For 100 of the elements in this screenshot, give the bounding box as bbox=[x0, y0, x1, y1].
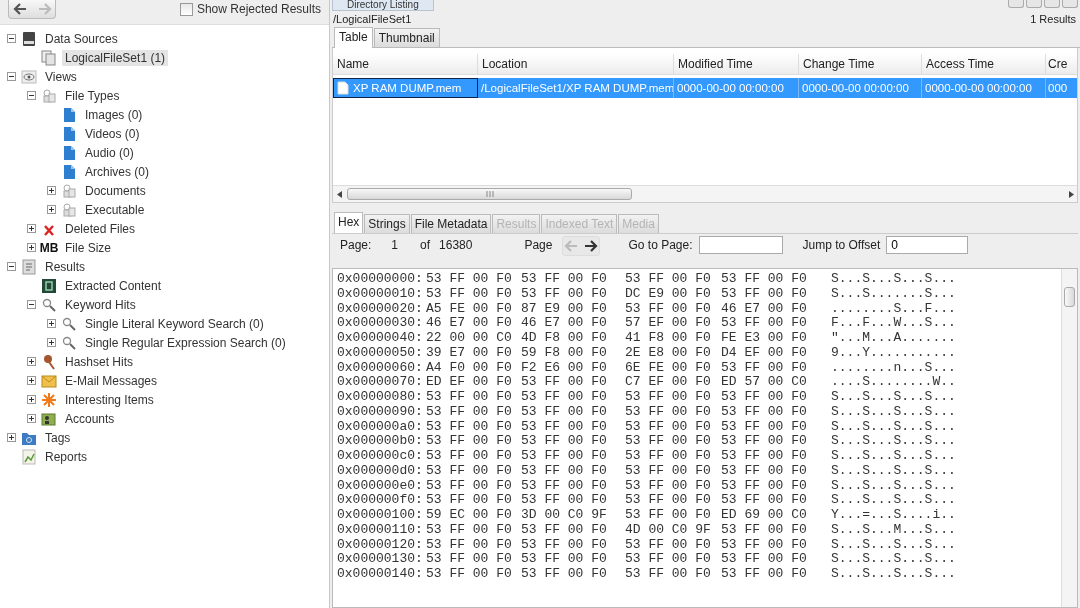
hex-bytes: 53 FF 00 F0 bbox=[521, 434, 608, 449]
tree-item[interactable]: E-Mail Messages bbox=[62, 372, 161, 389]
collapse-icon[interactable] bbox=[26, 91, 36, 100]
offset: 0x00000090: bbox=[337, 404, 424, 420]
collapse-icon[interactable] bbox=[6, 262, 16, 271]
expand-icon[interactable] bbox=[46, 205, 56, 214]
expand-icon[interactable] bbox=[26, 224, 36, 233]
hex-bytes: 53 FF 00 F0 bbox=[721, 478, 808, 494]
tree-item[interactable]: Interesting Items bbox=[62, 391, 157, 408]
tree-item[interactable]: Data Sources bbox=[42, 30, 121, 47]
expand-icon[interactable] bbox=[26, 414, 36, 423]
column-header[interactable]: Cre bbox=[1046, 54, 1077, 74]
hex-bytes: DC E9 00 F0 bbox=[625, 286, 712, 302]
collapse-icon[interactable] bbox=[6, 72, 16, 81]
column-header[interactable]: Change Time bbox=[799, 54, 922, 74]
tree-item[interactable]: LogicalFileSet1 (1) bbox=[62, 49, 169, 66]
hex-bytes: FE E3 00 F0 bbox=[721, 331, 808, 346]
expand-icon[interactable] bbox=[26, 395, 36, 404]
tree-item[interactable]: Documents bbox=[82, 182, 149, 199]
tab[interactable]: Strings bbox=[364, 214, 410, 233]
hex-bytes: 46 E7 00 F0 bbox=[521, 316, 608, 331]
scroll-right-icon[interactable] bbox=[1068, 190, 1074, 198]
hex-bytes: 59 F8 00 F0 bbox=[521, 345, 608, 361]
tree-item[interactable]: Archives (0) bbox=[82, 163, 152, 180]
hex-bytes: 53 FF 00 F0 bbox=[721, 434, 808, 449]
offset: 0x00000130: bbox=[337, 552, 424, 567]
collapse-icon[interactable] bbox=[6, 34, 16, 43]
expand-icon[interactable] bbox=[26, 357, 36, 366]
tab[interactable]: Directory Listing bbox=[332, 0, 434, 11]
offset: 0x000000a0: bbox=[337, 419, 424, 435]
column-header[interactable]: Location bbox=[478, 54, 674, 74]
hex-bytes: 39 E7 00 F0 bbox=[426, 345, 513, 361]
path-label: /LogicalFileSet1 bbox=[333, 12, 412, 25]
tree-item[interactable]: Images (0) bbox=[82, 106, 146, 123]
expand-icon[interactable] bbox=[46, 338, 56, 347]
tree-item[interactable]: Accounts bbox=[62, 410, 118, 427]
expand-icon[interactable] bbox=[6, 433, 16, 442]
tree-item[interactable]: Reports bbox=[42, 448, 91, 465]
chart-icon bbox=[21, 448, 37, 465]
tree-item[interactable]: Keyword Hits bbox=[62, 296, 139, 313]
offset-field[interactable]: 0 bbox=[886, 236, 969, 254]
document-icon bbox=[61, 106, 77, 123]
hex-bytes: 53 FF 00 F0 bbox=[426, 463, 513, 479]
page-total: 16380 bbox=[439, 238, 473, 252]
hex-bytes: 53 FF 00 F0 bbox=[521, 286, 608, 302]
file-stack-icon bbox=[41, 49, 57, 66]
tree-item[interactable]: Tags bbox=[42, 429, 74, 446]
expand-icon[interactable] bbox=[46, 319, 56, 328]
tree-item[interactable]: Single Literal Keyword Search (0) bbox=[82, 315, 267, 332]
offset: 0x00000140: bbox=[337, 567, 424, 582]
offset: 0x00000070: bbox=[337, 375, 424, 390]
collapse-icon[interactable] bbox=[26, 300, 36, 309]
ascii-text: S...S...S...S... bbox=[831, 434, 957, 449]
ascii-text: S...S...S...S... bbox=[831, 449, 957, 464]
tree-item[interactable]: File Size bbox=[62, 239, 114, 256]
tree-item[interactable]: Extracted Content bbox=[62, 277, 165, 294]
tree-item[interactable]: Results bbox=[42, 258, 88, 275]
hex-bytes: 53 FF 00 F0 bbox=[721, 419, 808, 435]
hex-bytes: 53 FF 00 F0 bbox=[625, 404, 712, 420]
column-header[interactable]: Modified Time bbox=[674, 54, 799, 74]
hex-bytes: 6E FE 00 F0 bbox=[625, 360, 712, 376]
hex-bytes: 53 FF 00 F0 bbox=[426, 272, 513, 287]
hex-bytes: F2 E6 00 F0 bbox=[521, 360, 608, 376]
offset: 0x000000e0: bbox=[337, 478, 424, 494]
hex-bytes: 2E E8 00 F0 bbox=[625, 345, 712, 361]
hex-bytes: 53 FF 00 F0 bbox=[721, 286, 808, 302]
tree-item[interactable]: File Types bbox=[62, 87, 123, 104]
column-header[interactable]: Name bbox=[333, 54, 478, 74]
scrollbar-thumb[interactable] bbox=[1064, 287, 1075, 307]
offset: 0x00000010: bbox=[337, 286, 424, 302]
tree-item[interactable]: Single Regular Expression Search (0) bbox=[82, 334, 289, 351]
tree-item[interactable]: Videos (0) bbox=[82, 125, 143, 142]
go-to-page-label: Go to Page: bbox=[628, 238, 693, 252]
tree-item[interactable]: Executable bbox=[82, 201, 148, 218]
tree-item[interactable]: Hashset Hits bbox=[62, 353, 137, 370]
offset: 0x000000f0: bbox=[337, 493, 424, 508]
expand-icon[interactable] bbox=[26, 243, 36, 252]
tab[interactable]: Thumbnail bbox=[373, 28, 440, 47]
search-icon bbox=[41, 296, 57, 313]
expand-icon[interactable] bbox=[46, 186, 56, 195]
tree-item[interactable]: Deleted Files bbox=[62, 220, 139, 237]
checkbox[interactable] bbox=[179, 2, 193, 16]
hex-bytes: 53 FF 00 F0 bbox=[426, 434, 513, 449]
scroll-left-icon[interactable] bbox=[336, 190, 342, 198]
hex-bytes: 53 FF 00 F0 bbox=[521, 493, 608, 508]
tab[interactable]: Hex bbox=[334, 212, 364, 233]
expand-icon[interactable] bbox=[26, 376, 36, 385]
ascii-text: ........n...S... bbox=[831, 360, 957, 376]
hex-bytes: 53 FF 00 F0 bbox=[721, 449, 808, 464]
hex-bytes: 53 FF 00 F0 bbox=[625, 478, 712, 494]
page-field[interactable] bbox=[698, 236, 783, 254]
tree-item[interactable]: Views bbox=[42, 68, 80, 85]
document-icon bbox=[61, 163, 77, 180]
column-header[interactable]: Access Time bbox=[922, 54, 1046, 74]
tab[interactable]: File Metadata bbox=[410, 214, 492, 233]
tree-item[interactable]: Audio (0) bbox=[82, 144, 137, 161]
scrollbar-thumb[interactable] bbox=[347, 188, 632, 200]
hex-bytes: 3D 00 C0 9F bbox=[521, 508, 608, 523]
tab[interactable]: Table bbox=[334, 27, 373, 48]
ascii-text: "...M...A....... bbox=[831, 331, 957, 346]
